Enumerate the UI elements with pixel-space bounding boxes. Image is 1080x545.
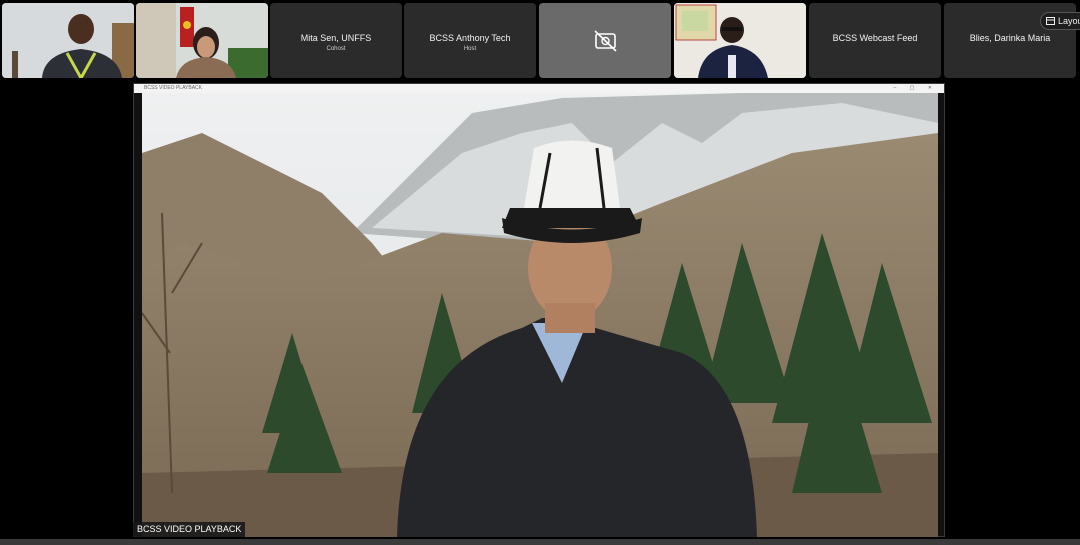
participant-name: BCSS Anthony Tech	[429, 33, 511, 43]
participant-tile[interactable]	[136, 3, 268, 78]
participant-role: Cohost	[326, 46, 346, 52]
participant-strip: Mita Sen, UNFFS Cohost BCSS Anthony Tech…	[0, 0, 1080, 82]
camera-off-icon	[594, 30, 617, 52]
participant-tile[interactable]	[539, 3, 671, 78]
participant-tile[interactable]	[674, 3, 806, 78]
shared-screen[interactable]: BCSS VIDEO PLAYBACK – ▢ ✕	[133, 83, 945, 537]
participant-role: Host	[463, 46, 477, 52]
layout-icon	[1046, 17, 1055, 25]
video-frame	[142, 93, 938, 537]
participant-name: BCSS Webcast Feed	[832, 33, 918, 43]
participant-tile[interactable]	[2, 3, 134, 78]
layout-button[interactable]: Layou	[1040, 12, 1080, 30]
window-titlebar: BCSS VIDEO PLAYBACK – ▢ ✕	[134, 84, 944, 93]
participant-tile[interactable]: Mita Sen, UNFFS Cohost	[270, 3, 402, 78]
participant-video	[136, 3, 268, 78]
participant-tile[interactable]: BCSS Anthony Tech Host	[404, 3, 536, 78]
video-scene	[142, 93, 938, 537]
participant-tile[interactable]: BCSS Webcast Feed	[809, 3, 941, 78]
participant-video	[674, 3, 806, 78]
playback-label: BCSS VIDEO PLAYBACK	[133, 522, 246, 537]
bottom-bar	[0, 539, 1080, 545]
layout-button-label: Layou	[1058, 16, 1080, 26]
participant-video	[2, 3, 134, 78]
participant-name: Blies, Darinka Maria	[969, 33, 1051, 43]
window-controls: – ▢ ✕	[893, 85, 938, 91]
participant-name: Mita Sen, UNFFS	[300, 33, 372, 43]
window-title: BCSS VIDEO PLAYBACK	[144, 85, 202, 91]
